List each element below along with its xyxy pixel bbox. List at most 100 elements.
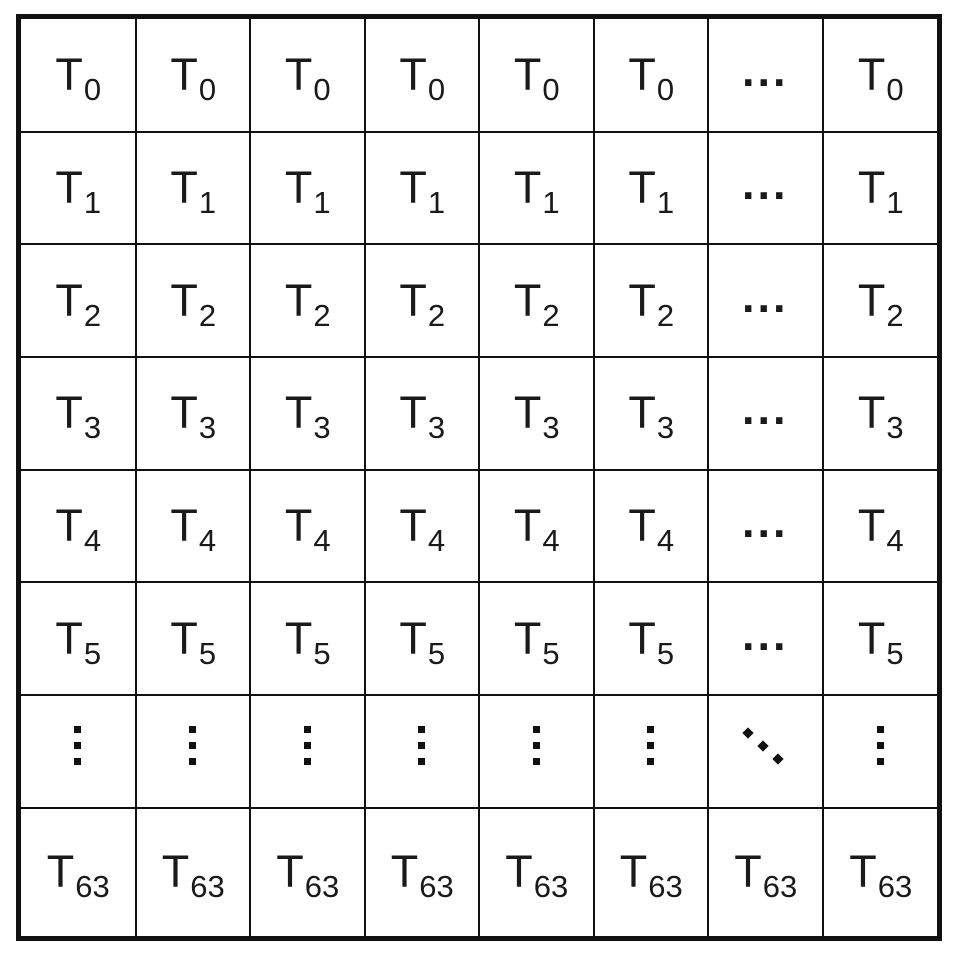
thread-cell: T4	[21, 468, 137, 584]
thread-label: T0	[858, 52, 904, 105]
thread-label-subscript: 1	[313, 185, 331, 220]
horizontal-ellipsis-cell: ...	[707, 468, 824, 584]
thread-label-base: T	[399, 612, 427, 664]
thread-label: T5	[858, 616, 904, 669]
thread-cell: T63	[592, 806, 709, 936]
thread-label-base: T	[284, 500, 313, 552]
thread-label: T1	[514, 165, 560, 218]
thread-cell: T3	[134, 356, 251, 471]
thread-label-base: T	[628, 387, 656, 439]
vertical-ellipsis-cell	[249, 694, 366, 809]
thread-label-base: T	[628, 48, 656, 100]
thread-cell: T3	[249, 356, 366, 471]
thread-label-subscript: 1	[198, 185, 217, 220]
thread-label-subscript: 5	[198, 635, 217, 671]
thread-cell: T0	[249, 19, 366, 133]
thread-label-subscript: 63	[648, 869, 683, 905]
thread-cell: T5	[478, 581, 595, 697]
thread-label-subscript: 2	[313, 297, 331, 333]
thread-label-subscript: 2	[656, 297, 675, 333]
horizontal-ellipsis-cell: ...	[707, 581, 824, 697]
thread-label-subscript: 5	[542, 635, 560, 671]
thread-label-subscript: 1	[83, 185, 102, 220]
table-row: T63 T63 T63 T63 T63 T63 T63 T63	[21, 806, 937, 936]
thread-label-base: T	[55, 500, 83, 552]
thread-cell: T5	[363, 581, 480, 697]
thread-cell: T1	[21, 130, 137, 246]
horizontal-ellipsis-cell: ...	[707, 19, 824, 133]
thread-label-subscript: 0	[886, 71, 904, 107]
thread-label-base: T	[390, 846, 419, 898]
vertical-ellipsis-cell	[363, 694, 480, 809]
thread-label-base: T	[170, 274, 198, 326]
thread-label: T2	[628, 278, 674, 331]
thread-label-base: T	[46, 846, 75, 898]
thread-cell: T3	[478, 356, 595, 471]
table-row: T2 T2 T2 T2 T2 T2... T2	[21, 243, 937, 359]
thread-cell: T0	[821, 19, 937, 133]
thread-label: T4	[284, 500, 331, 556]
horizontal-ellipsis-icon: ...	[741, 158, 789, 209]
thread-label: T2	[514, 278, 560, 331]
thread-cell: T3	[21, 356, 137, 471]
thread-cell: T4	[363, 468, 480, 584]
thread-label-base: T	[513, 387, 542, 439]
horizontal-ellipsis-cell: ...	[707, 130, 824, 246]
thread-label: T2	[399, 274, 445, 331]
vertical-ellipsis-icon	[418, 725, 426, 765]
horizontal-ellipsis-cell: ...	[707, 243, 824, 359]
thread-label-base: T	[399, 274, 427, 326]
thread-label-subscript: 1	[542, 185, 560, 220]
thread-label-base: T	[857, 162, 886, 213]
thread-cell: T1	[821, 130, 937, 246]
thread-label-subscript: 0	[427, 71, 446, 107]
thread-label-subscript: 0	[313, 71, 331, 107]
thread-label-base: T	[857, 387, 886, 439]
thread-cell: T63	[363, 806, 480, 936]
thread-cell: T1	[363, 130, 480, 246]
thread-label: T1	[285, 165, 331, 218]
thread-label-base: T	[170, 162, 198, 213]
thread-label-subscript: 5	[83, 635, 102, 671]
thread-cell: T1	[478, 130, 595, 246]
diagonal-ellipsis-icon	[742, 727, 788, 767]
thread-cell: T2	[21, 243, 137, 359]
thread-label: T3	[170, 390, 216, 443]
thread-label: T1	[399, 165, 445, 218]
thread-cell: T0	[134, 19, 251, 133]
thread-cell: T3	[821, 356, 937, 471]
thread-label-subscript: 4	[427, 523, 446, 559]
thread-label-subscript: 5	[427, 635, 446, 671]
thread-label-subscript: 0	[198, 71, 217, 107]
thread-label: T3	[55, 390, 101, 443]
thread-label-base: T	[399, 500, 427, 552]
thread-cell: T5	[821, 581, 937, 697]
horizontal-ellipsis-icon: ...	[741, 383, 789, 435]
thread-label-subscript: 1	[427, 185, 446, 220]
thread-label-base: T	[849, 846, 877, 898]
vertical-ellipsis-icon	[647, 725, 655, 765]
thread-label: T0	[628, 48, 674, 105]
thread-label: T1	[170, 162, 216, 218]
thread-label-subscript: 2	[542, 297, 560, 333]
thread-label-subscript: 3	[198, 410, 217, 446]
thread-cell: T4	[134, 468, 251, 584]
vertical-ellipsis-icon	[74, 725, 82, 765]
thread-label-subscript: 63	[419, 869, 454, 905]
thread-label-base: T	[276, 846, 304, 898]
table-row: T4 T4 T4 T4 T4 T4... T4	[21, 468, 937, 584]
thread-label-subscript: 1	[886, 185, 904, 220]
thread-label-subscript: 0	[656, 71, 675, 107]
thread-label-base: T	[284, 48, 313, 100]
thread-label-subscript: 5	[656, 635, 675, 671]
thread-label-subscript: 0	[83, 71, 102, 107]
thread-label-base: T	[505, 846, 533, 898]
thread-label: T1	[628, 165, 674, 218]
thread-cell: T0	[21, 19, 137, 133]
thread-label: T4	[628, 503, 674, 556]
thread-cell: T4	[592, 468, 709, 584]
thread-label-subscript: 5	[313, 635, 331, 671]
horizontal-ellipsis-icon: ...	[741, 496, 789, 548]
thread-label: T2	[170, 274, 216, 331]
vertical-ellipsis-icon	[532, 725, 540, 765]
